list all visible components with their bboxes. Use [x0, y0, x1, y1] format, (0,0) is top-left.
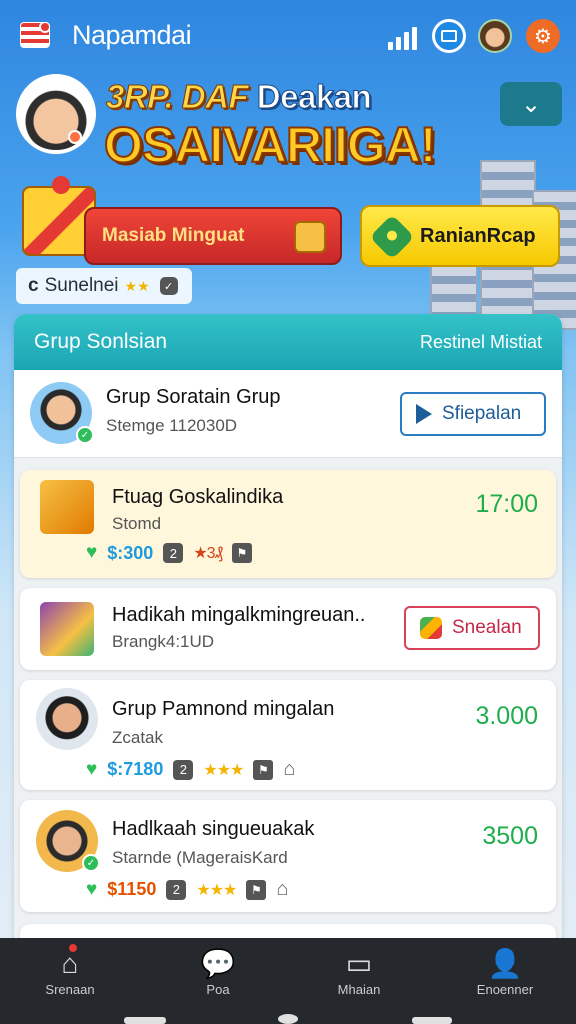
- list-item[interactable]: ✓ Hadlkaah singueuakak Starnde (Magerais…: [20, 800, 556, 912]
- nav-label: Mhaian: [337, 982, 381, 997]
- verified-icon: ✓: [159, 277, 178, 295]
- sfiepalan-button[interactable]: Sfiepalan: [400, 392, 546, 436]
- row-title: Ftuag Goskalindika: [112, 486, 284, 508]
- count-badge: 2: [173, 759, 194, 780]
- nav-item-home[interactable]: ⌂ Srenaan: [15, 944, 125, 997]
- star-icon: ★★: [124, 277, 150, 294]
- settings-icon[interactable]: ⚙: [526, 19, 560, 53]
- heart-check-icon: ♥: [86, 542, 98, 563]
- panel-action-link[interactable]: Restinel Mistiat: [420, 332, 542, 353]
- row-title: Grup Soratain Grup: [106, 386, 281, 408]
- panel-header: Grup Sonlsian Restinel Mistiat: [14, 314, 562, 370]
- rating-stars: ★★★: [203, 761, 244, 779]
- list-item[interactable]: Grup Pamnond mingalan Zcatak ♥ $:7180 2 …: [20, 680, 556, 790]
- count-badge: 2: [166, 879, 187, 900]
- document-icon: ▭: [345, 948, 373, 979]
- nav-label: Enoenner: [476, 982, 534, 997]
- bookmark-icon: ⚑: [231, 543, 252, 563]
- row-button-label: Snealan: [452, 617, 522, 638]
- profile-avatar-icon[interactable]: [478, 19, 512, 53]
- layers-icon: [420, 617, 442, 639]
- row-amount: 3500: [482, 822, 538, 850]
- notification-dot: [69, 944, 77, 952]
- yellow-button-label: RanianRcap: [420, 224, 536, 247]
- notification-dot: [39, 23, 49, 33]
- row-title: Hadlkaah singueuakak: [112, 818, 315, 840]
- heart-check-icon: ♥: [86, 758, 98, 780]
- list-item[interactable]: ✓ Grup Soratain Grup Stemge 112030D Sfie…: [14, 370, 562, 458]
- list-item[interactable]: Hadikah mingalkmingreuan.. Brangk4:1UD S…: [20, 588, 556, 670]
- verified-check-icon: ✓: [82, 854, 100, 872]
- row-subtitle: Stomd: [112, 514, 162, 533]
- house-icon: ⌂: [283, 758, 296, 780]
- row-amount: 3.000: [475, 702, 538, 730]
- bottom-nav: ⌂ Srenaan 💬 Poa ▭ Mhaian 👤 Enoenner: [0, 938, 576, 1024]
- app-title: Napamdai: [72, 20, 192, 50]
- count-badge: 2: [163, 543, 184, 563]
- row-price: $1150: [107, 879, 157, 899]
- row-meta: ♥ $:7180 2 ★★★ ⚑ ⌂: [86, 758, 295, 781]
- row-meta: ♥ $1150 2 ★★★ ⚑ ⌂: [86, 878, 288, 901]
- chevron-down-icon: ⌄: [520, 90, 542, 118]
- row-price: $:300: [107, 542, 154, 563]
- avatar-badge-icon: [68, 130, 82, 144]
- map-pin-icon: [369, 214, 415, 260]
- row-subtitle: Stemge 112030D: [106, 416, 238, 435]
- app-bar: Napamdai ⚙: [0, 0, 576, 70]
- rating-stars: ★3₰: [193, 545, 223, 562]
- list-item[interactable]: Ftuag Goskalindika Stomd ♥ $:300 2 ★3₰ ⚑…: [20, 470, 556, 578]
- banner-headline-big: OSAIVARIIGA!: [103, 116, 438, 174]
- house-icon: ⌂: [276, 878, 289, 900]
- row-amount: 17:00: [475, 490, 538, 518]
- row-button-label: Sfiepalan: [442, 403, 522, 424]
- banner-headline-top: 3RP. DAF Deakan: [105, 78, 372, 116]
- avatar: [36, 688, 98, 750]
- play-icon: [416, 404, 432, 424]
- nav-item-chat[interactable]: 💬 Poa: [163, 946, 273, 997]
- nav-item-document[interactable]: ▭ Mhaian: [304, 946, 414, 997]
- row-subtitle: Zcatak: [112, 728, 164, 747]
- status-pill[interactable]: c Sunelnei ★★ ✓: [16, 268, 192, 304]
- ranian-button[interactable]: RanianRcap: [360, 205, 560, 267]
- reward-tile-icon: [40, 602, 94, 656]
- verified-check-icon: ✓: [76, 426, 94, 444]
- red-button-label: Masiab Minguat: [102, 225, 245, 246]
- row-price: $:7180: [107, 759, 164, 779]
- row-subtitle: Brangk4:1UD: [112, 632, 215, 651]
- person-icon: 👤: [487, 948, 523, 979]
- bookmark-icon: ⚑: [246, 879, 267, 900]
- signal-icon: [388, 24, 418, 50]
- heart-check-icon: ♥: [86, 878, 98, 900]
- group-panel: Grup Sonlsian Restinel Mistiat ✓ Grup So…: [14, 314, 562, 950]
- gesture-bar: [412, 1017, 452, 1024]
- headline-part2: Deakan: [256, 78, 372, 116]
- coin-icon: [294, 221, 326, 253]
- gesture-bar: [124, 1017, 166, 1024]
- row-title: Hadikah mingalkmingreuan..: [112, 604, 366, 626]
- row-title: Grup Pamnond mingalan: [112, 698, 335, 720]
- panel-title: Grup Sonlsian: [34, 330, 168, 353]
- nav-label: Poa: [206, 982, 230, 997]
- bookmark-icon: ⚑: [253, 759, 274, 780]
- snealan-button[interactable]: Snealan: [404, 606, 540, 650]
- status-prefix: c: [28, 275, 39, 296]
- banner-avatar[interactable]: [16, 74, 96, 154]
- status-label: Sunelnei: [44, 275, 119, 296]
- rating-stars: ★★★: [196, 881, 237, 899]
- nav-label: Srenaan: [45, 982, 95, 997]
- flag-icon[interactable]: [20, 22, 50, 48]
- nav-item-profile[interactable]: 👤 Enoenner: [450, 946, 560, 997]
- gesture-home-dot: [278, 1014, 298, 1024]
- row-subtitle: Starnde (MageraisKard: [112, 848, 288, 867]
- chat-icon: 💬: [200, 948, 236, 979]
- gift-box-icon: [40, 480, 94, 534]
- headline-part1: 3RP. DAF: [105, 78, 249, 116]
- video-icon[interactable]: [432, 19, 466, 53]
- masiab-button[interactable]: Masiab Minguat: [84, 207, 342, 265]
- row-meta: ♥ $:300 2 ★3₰ ⚑: [86, 542, 252, 564]
